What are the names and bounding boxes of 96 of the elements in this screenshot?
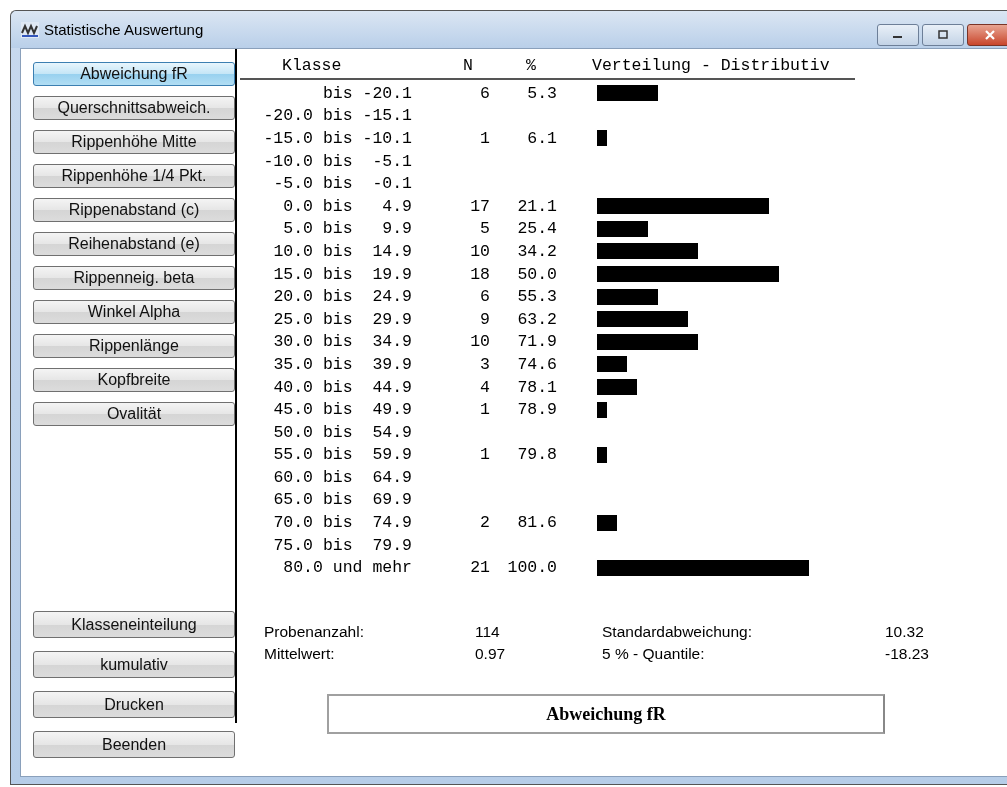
action-button[interactable]: kumulativ: [33, 651, 235, 678]
table-cell-text: 25.4: [516, 219, 557, 239]
table-cell-text: 81.6: [516, 513, 557, 533]
table-cell-text: 60.0 bis 64.9: [272, 467, 412, 487]
table-cell-text: 0.0 bis 4.9: [282, 196, 412, 216]
table-cell-text: 50.0: [516, 264, 557, 284]
table-cell-text: 78.9: [516, 400, 557, 420]
distribution-bar: [597, 356, 628, 373]
distribution-bar: [597, 446, 608, 463]
table-cell-text: 35.0 bis 39.9: [272, 354, 412, 374]
table-cell-text: 4: [479, 377, 490, 397]
column-header: N: [462, 56, 474, 77]
table-cell-text: 5.3: [526, 83, 557, 103]
table-cell-text: 80.0 und mehr: [282, 558, 412, 578]
table-cell-text: 50.0 bis 54.9: [272, 422, 412, 442]
table-cell-text: 20.0 bis 24.9: [272, 287, 412, 307]
distribution-bar: [597, 130, 608, 147]
table-cell-text: 70.0 bis 74.9: [272, 513, 412, 533]
table-cell-text: 34.2: [516, 241, 557, 261]
distribution-bar: [597, 401, 608, 418]
table-cell-text: 10: [469, 241, 490, 261]
table-cell-text: 30.0 bis 34.9: [272, 332, 412, 352]
measure-button[interactable]: Kopfbreite: [33, 368, 235, 392]
stat-label: Mittelwert:: [264, 645, 336, 664]
column-header: Verteilung - Distributiv: [592, 56, 831, 77]
table-cell-text: 78.1: [516, 377, 557, 397]
minimize-button[interactable]: [877, 24, 919, 46]
table-cell-text: 21: [469, 558, 490, 578]
distribution-bar: [597, 85, 658, 102]
table-cell-text: 1: [479, 400, 490, 420]
table-cell-text: 74.6: [516, 354, 557, 374]
table-cell-text: 40.0 bis 44.9: [272, 377, 412, 397]
measure-button[interactable]: Ovalität: [33, 402, 235, 426]
app-icon: [21, 21, 39, 38]
stat-value: 10.32: [885, 623, 925, 642]
table-cell-text: 63.2: [516, 309, 557, 329]
column-header: %: [525, 56, 537, 77]
distribution-bar: [597, 379, 638, 395]
stat-value: -18.23: [885, 645, 930, 664]
table-cell-text: 100.0: [506, 558, 557, 578]
table-cell-text: 6: [479, 83, 490, 103]
close-button[interactable]: [967, 24, 1007, 46]
distribution-bar: [597, 220, 648, 237]
measure-button[interactable]: Rippenhöhe Mitte: [33, 130, 235, 154]
table-cell-text: bis -20.1: [321, 83, 412, 103]
table-cell-text: 65.0 bis 69.9: [272, 490, 412, 510]
window-title: Statistische Auswertung: [44, 21, 204, 38]
chart-title-box: Abweichung fR: [327, 694, 885, 735]
table-cell-text: -20.0 bis -15.1: [262, 106, 412, 126]
table-cell-text: 45.0 bis 49.9: [272, 400, 412, 420]
table-cell-text: 21.1: [516, 196, 557, 216]
table-cell-text: 15.0 bis 19.9: [272, 264, 412, 284]
stat-label: Probenanzahl:: [264, 623, 365, 642]
table-cell-text: 18: [469, 264, 490, 284]
table-cell-text: 55.0 bis 59.9: [272, 445, 412, 465]
maximize-button[interactable]: [922, 24, 964, 46]
measure-button[interactable]: Rippenabstand (c): [33, 198, 235, 222]
distribution-bar: [597, 514, 618, 531]
table-cell-text: 1: [479, 445, 490, 465]
action-button[interactable]: Beenden: [33, 731, 235, 758]
table-cell-text: 55.3: [516, 287, 557, 307]
action-button[interactable]: Drucken: [33, 691, 235, 718]
maximize-icon: [937, 30, 949, 40]
table-cell-text: 10.0 bis 14.9: [272, 241, 412, 261]
table-cell-text: 2: [479, 513, 490, 533]
table-cell-text: 17: [469, 196, 490, 216]
table-cell-text: 71.9: [516, 332, 557, 352]
table-cell-text: 6: [479, 287, 490, 307]
measure-button[interactable]: Winkel Alpha: [33, 300, 235, 324]
table-cell-text: 6.1: [526, 129, 557, 148]
stat-value: 114: [475, 623, 501, 642]
measure-button[interactable]: Querschnittsabweich.: [33, 96, 235, 120]
table-cell-text: 25.0 bis 29.9: [272, 309, 412, 329]
table-cell-text: 5: [479, 219, 490, 239]
measure-button[interactable]: Rippenhöhe 1/4 Pkt.: [33, 164, 235, 188]
table-cell-text: 79.8: [516, 445, 557, 465]
table-cell-text: 5.0 bis 9.9: [282, 219, 412, 239]
table-cell-text: 3: [479, 354, 490, 374]
table-cell-text: 10: [469, 332, 490, 352]
table-cell-text: -5.0 bis -0.1: [272, 174, 412, 194]
table-cell-text: -15.0 bis -10.1: [262, 129, 412, 148]
measure-button[interactable]: Rippenlänge: [33, 334, 235, 358]
action-button[interactable]: Klasseneinteilung: [33, 611, 235, 638]
table-cell-text: 75.0 bis 79.9: [272, 535, 412, 555]
measure-button[interactable]: Rippenneig. beta: [33, 266, 235, 290]
stat-label: 5 % - Quantile:: [602, 645, 706, 664]
close-icon: [983, 30, 997, 40]
table-cell-text: -10.0 bis -5.1: [262, 151, 412, 171]
measure-button[interactable]: Abweichung fR: [33, 62, 235, 86]
column-header: Klasse: [281, 56, 343, 77]
table-cell-text: 9: [479, 309, 490, 329]
table-cell-text: 1: [479, 129, 490, 148]
distribution-bar: [597, 288, 658, 305]
stat-label: Standardabweichung:: [602, 623, 753, 642]
stat-value: 0.97: [475, 645, 507, 664]
measure-button[interactable]: Reihenabstand (e): [33, 232, 235, 256]
